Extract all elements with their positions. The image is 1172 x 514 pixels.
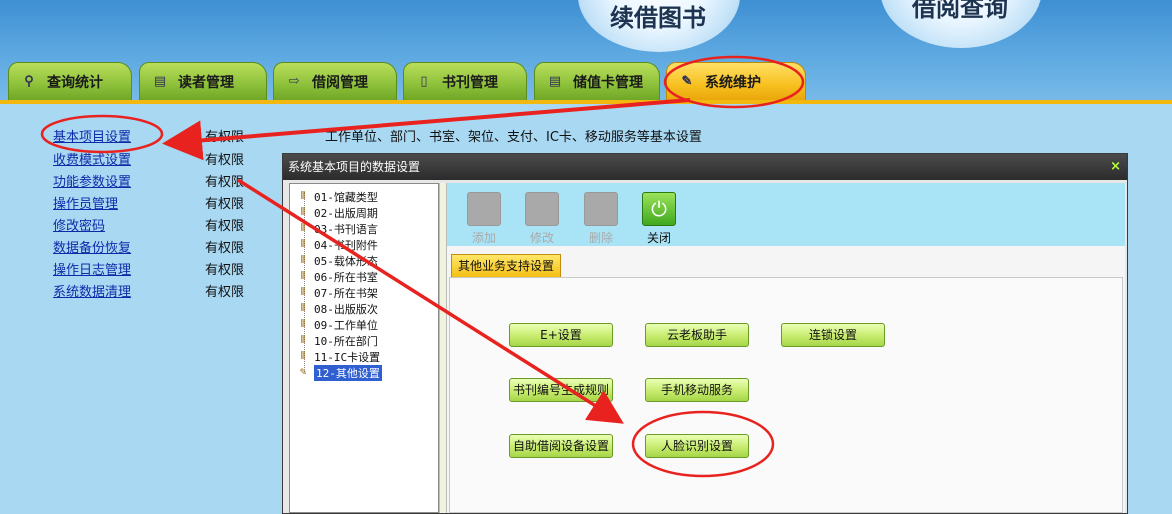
highlight-circle-basic-items bbox=[40, 114, 164, 154]
annotation-overlay bbox=[40, 55, 805, 478]
annotation-arrow-to-menu bbox=[162, 98, 691, 161]
highlight-circle-face-button bbox=[631, 410, 775, 478]
annotation-arrow-to-face bbox=[237, 178, 624, 424]
